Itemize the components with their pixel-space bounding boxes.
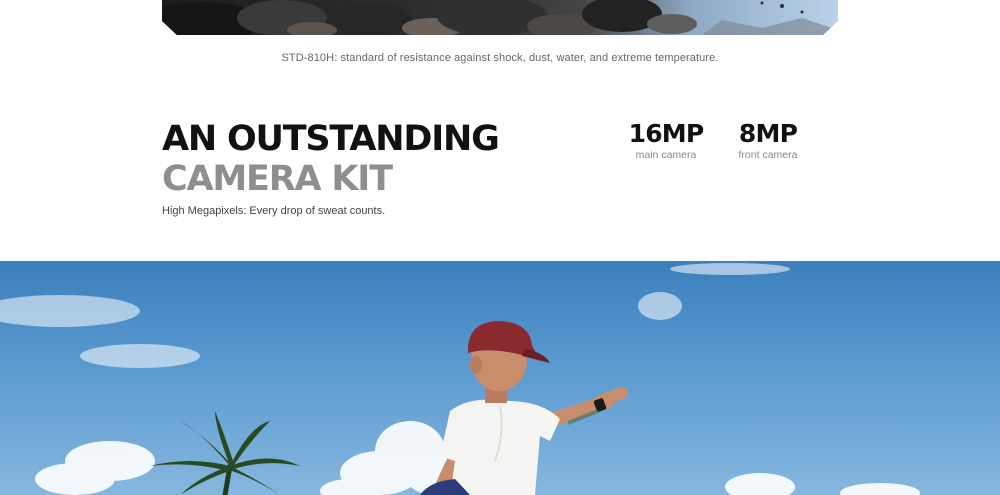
product-page: STD-810H: standard of resistance against… bbox=[0, 0, 1000, 495]
camera-kit-subline: High Megapixels: Every drop of sweat cou… bbox=[162, 205, 386, 217]
front-camera-stat: 8MP front camera bbox=[731, 119, 805, 161]
hero-photo bbox=[0, 261, 1000, 495]
main-camera-label: main camera bbox=[635, 149, 697, 161]
durability-caption: STD-810H: standard of resistance against… bbox=[281, 52, 719, 64]
front-camera-label: front camera bbox=[738, 149, 798, 161]
front-camera-value: 8MP bbox=[738, 119, 798, 148]
rugged-rock-photo bbox=[162, 0, 838, 35]
main-camera-stat: 16MP main camera bbox=[626, 119, 706, 161]
headline-line-secondary: CAMERA KIT bbox=[162, 159, 393, 199]
camera-kit-headline: AN OUTSTANDING CAMERA KIT bbox=[162, 119, 500, 199]
headline-line-primary: AN OUTSTANDING bbox=[162, 119, 500, 159]
main-camera-value: 16MP bbox=[628, 119, 705, 148]
